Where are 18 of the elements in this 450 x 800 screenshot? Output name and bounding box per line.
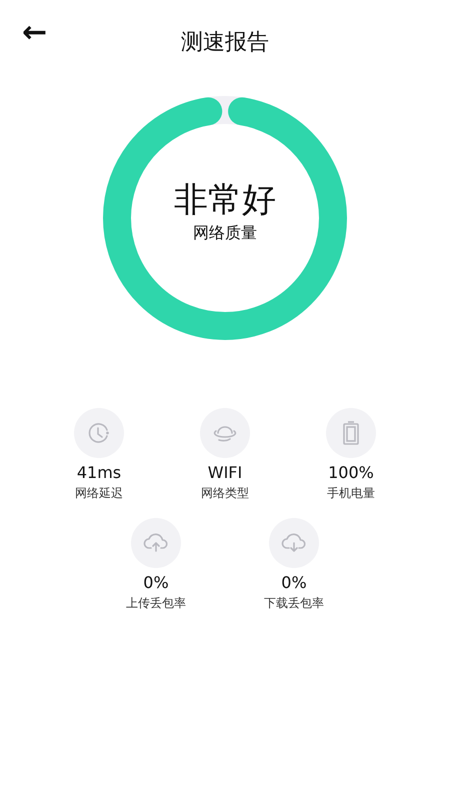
clock-icon bbox=[87, 421, 111, 445]
stat-value: 0% bbox=[281, 573, 307, 592]
stat-label: 手机电量 bbox=[327, 485, 375, 502]
stat-value: 41ms bbox=[76, 463, 122, 482]
cloud-upload-icon bbox=[143, 532, 169, 554]
stat-value: 0% bbox=[143, 573, 169, 592]
stat-value: WIFI bbox=[208, 463, 242, 482]
quality-rating: 非常好 bbox=[174, 180, 276, 221]
stat-label: 上传丢包率 bbox=[126, 595, 186, 612]
battery-icon bbox=[341, 420, 361, 446]
stat-value: 100% bbox=[328, 463, 374, 482]
stat-label: 网络类型 bbox=[201, 485, 249, 502]
quality-label: 网络质量 bbox=[193, 222, 257, 244]
back-button[interactable]: ← bbox=[22, 18, 48, 48]
cloud-download-icon bbox=[281, 532, 307, 554]
stat-label: 下载丢包率 bbox=[264, 595, 324, 612]
stat-label: 网络延迟 bbox=[75, 485, 123, 502]
page-title: 测速报告 bbox=[181, 29, 269, 57]
